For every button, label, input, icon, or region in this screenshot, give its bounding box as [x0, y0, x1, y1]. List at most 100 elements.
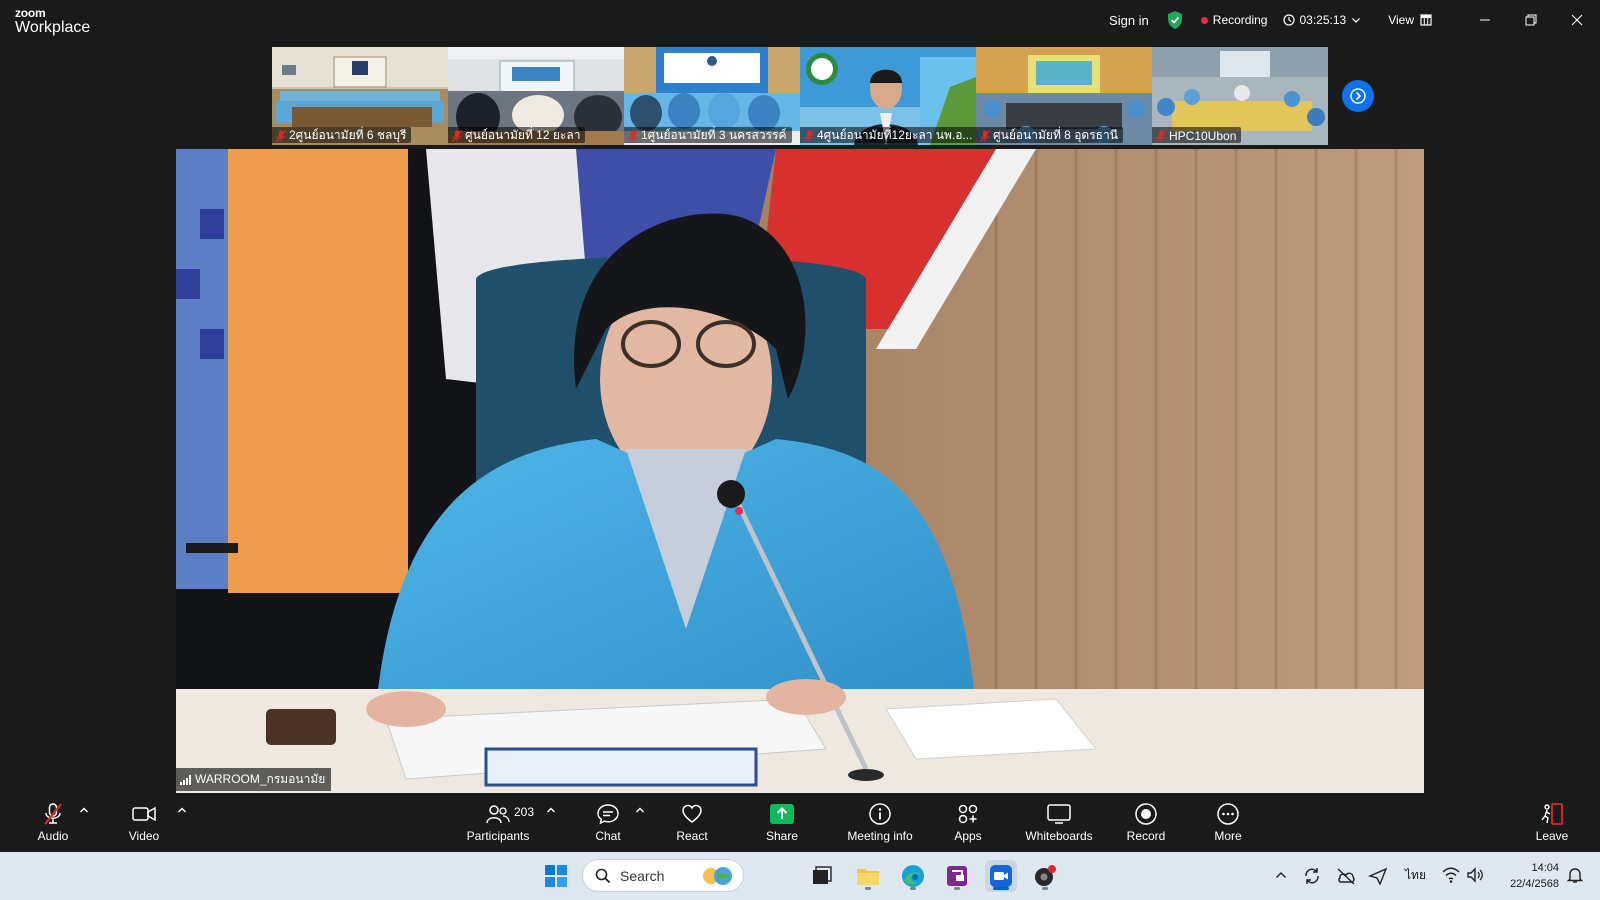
speaker-name-tag: WARROOM_กรมอนามัย — [176, 768, 332, 791]
timer-value: 03:25:13 — [1299, 13, 1347, 27]
grid-view-icon — [1420, 14, 1432, 26]
share-button[interactable]: Share — [762, 793, 802, 852]
chevron-up-icon — [636, 807, 644, 813]
edge-browser-icon — [902, 865, 924, 887]
record-label: Record — [1126, 829, 1166, 843]
participant-name: 2ศูนย์อนามัยที่ 6 ชลบุรี — [289, 128, 407, 142]
video-camera-icon — [132, 806, 156, 822]
record-icon — [1135, 803, 1157, 825]
audio-options-caret[interactable] — [78, 805, 90, 815]
react-button[interactable]: React — [672, 793, 712, 852]
windows-taskbar: Search ไทย 14:04 22/4/2568 — [0, 852, 1600, 900]
chat-button[interactable]: Chat — [588, 793, 628, 852]
participant-thumbnail[interactable]: 1ศูนย์อนามัยที่ 3 นครสวรรค์ — [624, 47, 800, 145]
wifi-icon[interactable] — [1442, 867, 1460, 883]
minimize-icon — [1480, 19, 1490, 21]
connection-signal-icon — [180, 774, 191, 785]
participant-thumbnail[interactable]: ศูนย์อนามัยที่ 8 อุดรธานี — [976, 47, 1152, 145]
mic-muted-icon — [452, 129, 462, 142]
meeting-info-label: Meeting info — [847, 829, 913, 843]
chevron-down-icon — [1352, 18, 1361, 23]
video-label: Video — [128, 829, 160, 843]
participant-name-tag: ศูนย์อนามัยที่ 12 ยะลา — [448, 127, 586, 143]
participant-thumbnail[interactable]: ศูนย์อนามัยที่ 12 ยะลา — [448, 47, 624, 145]
task-view-button[interactable] — [806, 860, 838, 892]
sync-icon[interactable] — [1303, 867, 1321, 885]
record-app-button[interactable] — [1029, 860, 1061, 892]
participants-label: Participants — [466, 829, 530, 843]
app-running-indicator — [954, 887, 960, 890]
pdf-app-icon — [947, 866, 967, 886]
mic-muted-icon — [980, 129, 990, 142]
chevron-up-icon — [547, 807, 555, 813]
more-button[interactable]: More — [1208, 793, 1248, 852]
recording-dot-icon — [1200, 16, 1208, 24]
recording-label: Recording — [1212, 13, 1268, 27]
chat-label: Chat — [595, 829, 621, 843]
video-button[interactable]: Video — [124, 793, 164, 852]
apps-label: Apps — [954, 829, 982, 843]
meeting-timer[interactable]: 03:25:13 — [1283, 13, 1362, 27]
title-bar: zoom Workplace Sign in Recording 03:25:1… — [0, 0, 1600, 44]
notification-bell-icon[interactable] — [1567, 866, 1583, 884]
meeting-info-button[interactable]: Meeting info — [844, 793, 916, 852]
participant-name: HPC10Ubon — [1169, 128, 1237, 143]
next-page-button[interactable] — [1342, 80, 1374, 112]
search-placeholder: Search — [620, 867, 665, 884]
video-options-caret[interactable] — [176, 805, 188, 815]
audio-button[interactable]: Audio — [33, 793, 73, 852]
participants-options-caret[interactable] — [545, 805, 557, 815]
zoom-app-icon — [990, 865, 1012, 887]
chevron-up-icon[interactable] — [1275, 870, 1287, 880]
cloud-offline-icon[interactable] — [1336, 867, 1356, 885]
location-send-icon[interactable] — [1368, 867, 1388, 885]
app-running-indicator — [910, 887, 916, 890]
clock-date: 22/4/2568 — [1510, 878, 1559, 890]
participant-name-tag: 2ศูนย์อนามัยที่ 6 ชลบุรี — [272, 127, 412, 143]
sign-in-link[interactable]: Sign in — [1109, 13, 1149, 28]
participants-button[interactable]: Participants — [466, 793, 530, 852]
taskbar-search-box[interactable]: Search — [582, 859, 744, 892]
more-options-icon — [1217, 803, 1239, 825]
apps-button[interactable]: Apps — [948, 793, 988, 852]
restore-button[interactable] — [1508, 0, 1554, 40]
participants-count: 203 — [514, 805, 535, 819]
participant-thumbnail[interactable]: 4ศูนย์อนามัยที่12ยะลา นพ.อ... — [800, 47, 976, 145]
main-speaker-video[interactable]: WARROOM_กรมอนามัย — [176, 149, 1424, 793]
recording-indicator[interactable]: Recording — [1200, 13, 1268, 27]
pdf-app-button[interactable] — [941, 860, 973, 892]
participant-thumbnail[interactable]: HPC10Ubon — [1152, 47, 1328, 145]
chat-options-caret[interactable] — [634, 805, 646, 815]
leave-label: Leave — [1535, 829, 1569, 843]
input-language-indicator[interactable]: ไทย — [1405, 866, 1426, 885]
view-button[interactable]: View — [1388, 13, 1432, 27]
participant-name-tag: 1ศูนย์อนามัยที่ 3 นครสวรรค์ — [624, 127, 792, 143]
participants-icon — [486, 805, 510, 824]
app-running-indicator — [1042, 887, 1048, 890]
volume-icon[interactable] — [1466, 867, 1484, 883]
app-active-indicator — [993, 887, 1009, 890]
zoom-app-button[interactable] — [985, 860, 1017, 892]
participant-name-tag: 4ศูนย์อนามัยที่12ยะลา นพ.อ... — [800, 127, 976, 143]
edge-browser-button[interactable] — [897, 860, 929, 892]
whiteboards-button[interactable]: Whiteboards — [1024, 793, 1094, 852]
clock-time: 14:04 — [1531, 862, 1559, 874]
mic-muted-icon — [628, 129, 638, 142]
file-explorer-button[interactable] — [852, 860, 884, 892]
participant-thumbnail-strip: 2ศูนย์อนามัยที่ 6 ชลบุรี ศูนย์อนามัยที่ … — [272, 47, 1328, 145]
encryption-shield-icon[interactable] — [1167, 11, 1183, 29]
minimize-button[interactable] — [1462, 0, 1508, 40]
app-running-indicator — [865, 887, 871, 890]
taskbar-clock[interactable]: 14:04 22/4/2568 — [1493, 860, 1559, 892]
participant-thumbnail[interactable]: 2ศูนย์อนามัยที่ 6 ชลบุรี — [272, 47, 448, 145]
start-button[interactable] — [540, 860, 572, 892]
mic-muted-icon — [1156, 129, 1166, 142]
chevron-up-icon — [80, 807, 88, 813]
close-button[interactable] — [1554, 0, 1600, 40]
mic-muted-icon — [276, 129, 286, 142]
speaker-name: WARROOM_กรมอนามัย — [195, 772, 326, 786]
record-button[interactable]: Record — [1126, 793, 1166, 852]
participant-name-tag: ศูนย์อนามัยที่ 8 อุดรธานี — [976, 127, 1123, 143]
leave-button[interactable]: Leave — [1532, 793, 1572, 852]
screen-recorder-icon — [1035, 865, 1056, 886]
